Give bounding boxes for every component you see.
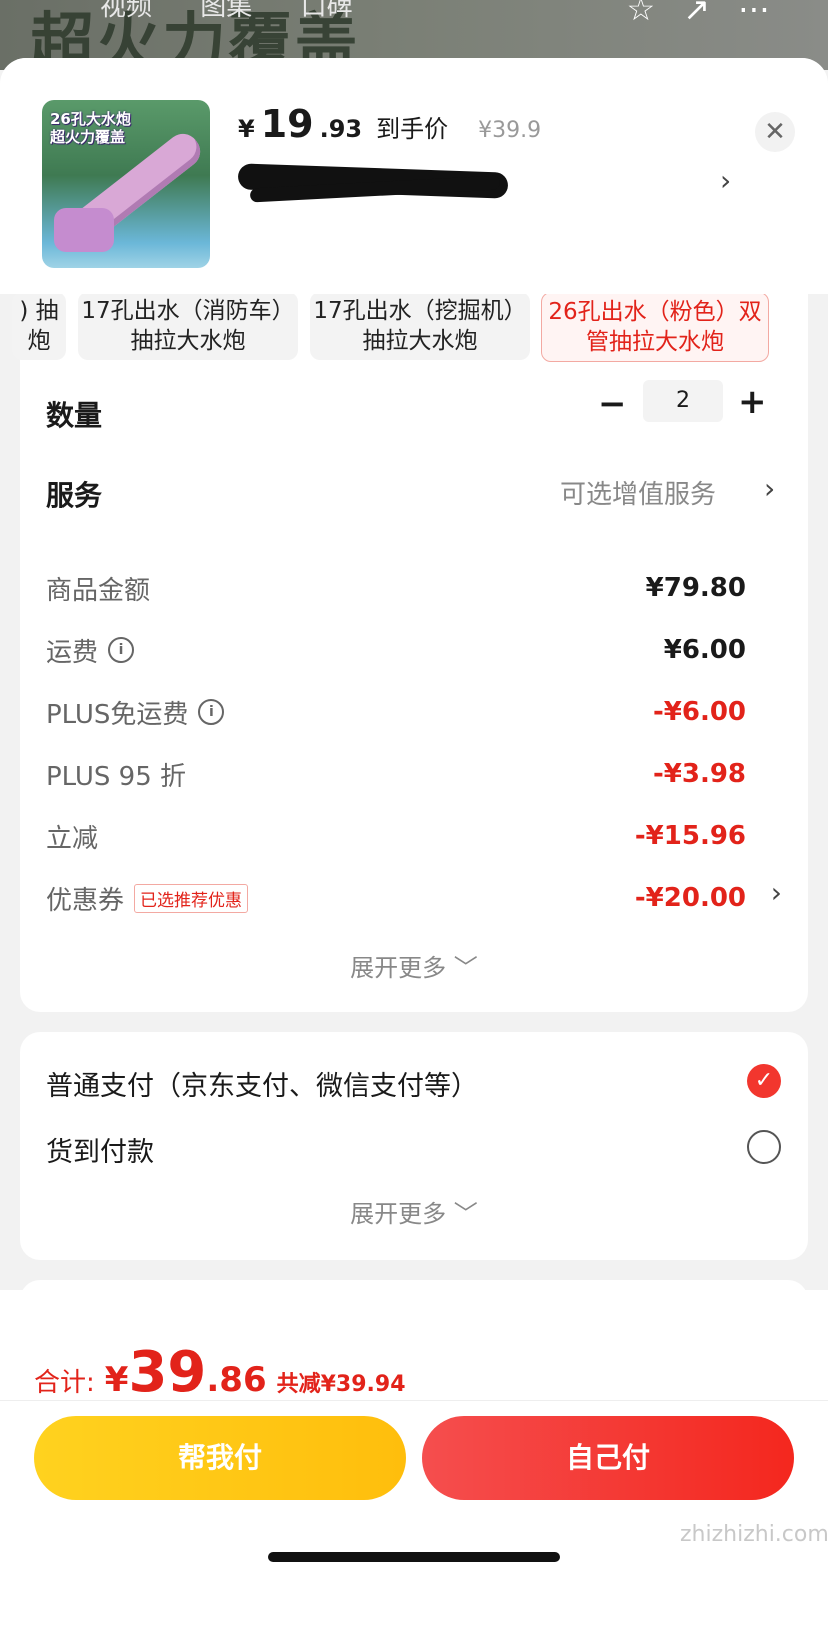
spec-chip-fire-truck[interactable]: 17孔出水（消防车） 抽拉大水炮 bbox=[78, 292, 298, 360]
service-label: 服务 bbox=[46, 479, 103, 512]
price-decimal: .93 bbox=[319, 115, 363, 143]
info-icon[interactable]: i bbox=[198, 699, 225, 725]
pay-myself-button[interactable]: 自己付 bbox=[422, 1416, 794, 1500]
spec-chip[interactable]: ) 抽炮 bbox=[12, 292, 66, 360]
total-amount: 合计: ¥ 39 .86 共减¥39.94 bbox=[34, 1340, 406, 1405]
background-icons: ☆↗⋯ bbox=[627, 0, 799, 28]
payment-option-normal[interactable]: 普通支付（京东支付、微信支付等） bbox=[46, 1064, 478, 1103]
spec-chip-excavator[interactable]: 17孔出水（挖掘机） 抽拉大水炮 bbox=[310, 292, 530, 360]
fee-row-plus-discount: PLUS 95 折 -¥3.98 bbox=[46, 759, 746, 792]
chevron-right-icon[interactable]: › bbox=[764, 472, 775, 505]
tab-video: 视频 bbox=[100, 0, 153, 22]
quantity-label: 数量 bbox=[46, 399, 103, 432]
checkout-bottom-bar: 合计: ¥ 39 .86 共减¥39.94 帮我付 自己付 zhizhizhi.… bbox=[0, 1290, 828, 1639]
info-icon[interactable]: i bbox=[108, 637, 135, 663]
star-icon: ☆ bbox=[626, 0, 684, 28]
payment-method-card: 普通支付（京东支付、微信支付等） ✓ 货到付款 展开更多 ﹀ bbox=[20, 1032, 808, 1260]
product-header: 26孔大水炮 超火力覆盖 ¥ 19 .93 到手价 ¥39.9 › ✕ bbox=[0, 58, 828, 294]
fee-row-shipping: 运费 i ¥6.00 bbox=[46, 635, 746, 668]
total-label: 合计: bbox=[34, 1368, 95, 1398]
price-integer: 19 bbox=[260, 102, 314, 146]
original-price: ¥39.9 bbox=[478, 118, 542, 143]
thumbnail-caption: 26孔大水炮 超火力覆盖 bbox=[50, 110, 131, 146]
service-value[interactable]: 可选增值服务 bbox=[560, 474, 716, 511]
close-icon: ✕ bbox=[764, 117, 786, 147]
chevron-right-icon[interactable]: › bbox=[720, 164, 731, 197]
price-tag: 到手价 bbox=[376, 115, 449, 143]
close-button[interactable]: ✕ bbox=[755, 112, 795, 152]
quantity-decrease-button[interactable]: − bbox=[598, 384, 627, 424]
fee-row-plus-free-shipping: PLUS免运费 i -¥6.00 bbox=[46, 697, 746, 730]
payment-option-cod[interactable]: 货到付款 bbox=[46, 1130, 154, 1169]
expand-more-button[interactable]: 展开更多 ﹀ bbox=[20, 948, 808, 983]
unchecked-radio-icon[interactable] bbox=[747, 1130, 781, 1164]
background-tabs: 视频 图集 口碑 bbox=[100, 0, 353, 23]
tab-gallery: 图集 bbox=[200, 0, 253, 22]
fee-row-instant-off: 立减 -¥15.96 bbox=[46, 821, 746, 854]
quantity-input[interactable]: 2 bbox=[643, 380, 723, 422]
chevron-right-icon[interactable]: › bbox=[771, 876, 782, 909]
fee-row-coupon[interactable]: 优惠券 已选推荐优惠 -¥20.00 bbox=[46, 878, 746, 918]
checked-radio-icon[interactable]: ✓ bbox=[747, 1064, 781, 1098]
product-thumbnail[interactable]: 26孔大水炮 超火力覆盖 bbox=[42, 100, 210, 268]
price-breakdown-card: 商品金额 ¥79.80 运费 i ¥6.00 PLUS免运费 i -¥6.00 PL… bbox=[20, 542, 808, 1012]
share-icon: ↗ bbox=[683, 0, 738, 28]
divider bbox=[0, 1400, 828, 1401]
expand-more-button[interactable]: 展开更多 ﹀ bbox=[20, 1194, 808, 1229]
water-gun-nozzle-image bbox=[54, 208, 114, 252]
coupon-badge: 已选推荐优惠 bbox=[134, 883, 249, 913]
spec-chip-pink-selected[interactable]: 26孔出水（粉色）双 管抽拉大水炮 bbox=[541, 292, 769, 362]
price-currency: ¥ bbox=[238, 115, 255, 143]
home-indicator[interactable] bbox=[268, 1552, 560, 1562]
tab-reviews: 口碑 bbox=[300, 0, 353, 22]
watermark: zhizhizhi.com bbox=[680, 1522, 828, 1547]
quantity-increase-button[interactable]: + bbox=[738, 382, 767, 422]
fee-row-goods: 商品金额 ¥79.80 bbox=[46, 573, 746, 606]
total-saved: 共减¥39.94 bbox=[276, 1372, 406, 1397]
help-me-pay-button[interactable]: 帮我付 bbox=[34, 1416, 406, 1500]
price-row: ¥ 19 .93 到手价 ¥39.9 bbox=[238, 102, 541, 146]
more-icon: ⋯ bbox=[738, 0, 798, 28]
